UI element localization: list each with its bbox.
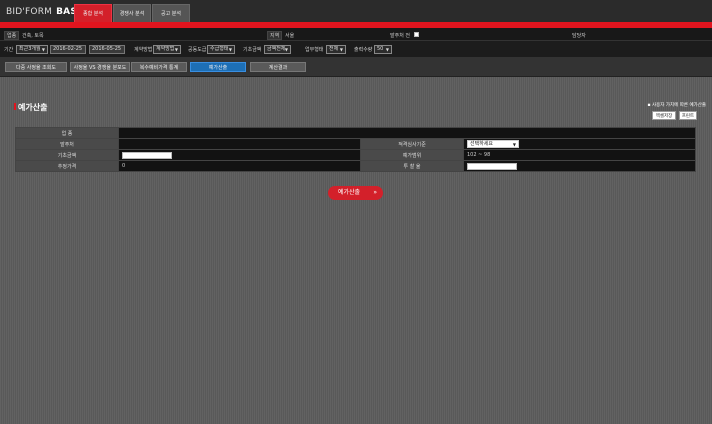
excel-save-button[interactable]: 엑셀저장	[652, 111, 676, 120]
agency-header: 발주처	[15, 138, 119, 150]
contract-label: 계약방법	[134, 47, 153, 53]
chevron-down-icon: ▼	[512, 142, 516, 147]
multi-price-stats-button[interactable]: 복수예비가격 통계	[131, 62, 187, 72]
calc-result-button[interactable]: 계산결과	[250, 62, 306, 72]
chevron-down-icon: ▼	[385, 47, 389, 52]
output-count-label: 출력수량	[354, 47, 373, 53]
app-logo[interactable]: BID'FORM BAS	[6, 7, 77, 17]
date-from-field[interactable]: 2016-02-25	[50, 45, 86, 54]
base-amount-cell	[118, 149, 361, 161]
output-count-select[interactable]: 50 ▼	[374, 45, 392, 54]
action-button-bar: 다중 사정율 조회도 사정율 VS 경쟁율 분포도 복수예비가격 통계 예가산출…	[0, 57, 712, 77]
base-amount-label: 기초금액	[243, 47, 262, 53]
chevron-down-icon: ▼	[228, 47, 232, 52]
chevron-down-icon: ▼	[339, 47, 343, 52]
criteria-header: 적격심사기준	[360, 138, 464, 150]
table-row: 업 종	[15, 127, 696, 139]
category-header: 업 종	[15, 127, 119, 139]
print-button[interactable]: 프린트	[679, 111, 697, 120]
period-select[interactable]: 최근3개월 ▼	[16, 45, 48, 54]
main-tabs: 종합 분석 경쟁사 분석 공고 분석	[74, 4, 191, 22]
bid-rate-cell	[463, 160, 696, 172]
rate-vs-competition-button[interactable]: 사정율 VS 경쟁율 분포도	[70, 62, 130, 72]
est-price-header: 추정가격	[15, 160, 119, 172]
price-range-cell: 102 ~ 98	[463, 149, 696, 161]
bid-rate-header: 투 찰 율	[360, 160, 464, 172]
manager-label: 담당자	[572, 33, 586, 39]
est-price-cell: 0	[118, 160, 361, 172]
joint-label: 공동도급	[188, 47, 207, 53]
table-row: 추정가격 0 투 찰 율	[15, 160, 696, 172]
section-note: ▪ 사용자 가치에 따른 예가산출	[647, 103, 706, 108]
work-type-select[interactable]: 전체 ▼	[326, 45, 346, 54]
section-title: 예가산출	[18, 103, 48, 112]
agency-all-checkbox[interactable]	[414, 32, 419, 37]
category-value[interactable]: 건축, 토목	[22, 32, 44, 39]
category-label: 업종	[4, 31, 20, 40]
chevron-down-icon: ▼	[41, 47, 45, 52]
date-to-field[interactable]: 2016-05-25	[89, 45, 125, 54]
criteria-cell: 선택하세요 ▼	[463, 138, 696, 150]
base-amount-select[interactable]: 금액전체 ▼	[264, 45, 291, 54]
base-amount-input[interactable]	[122, 151, 172, 159]
criteria-select[interactable]: 선택하세요 ▼	[467, 140, 519, 148]
bid-rate-input[interactable]	[467, 162, 517, 170]
region-label: 지역	[267, 31, 283, 40]
tab-notice-analysis[interactable]: 공고 분석	[152, 4, 190, 22]
tab-overall-analysis[interactable]: 종합 분석	[74, 4, 112, 22]
price-range-header: 예가범위	[360, 149, 464, 161]
base-amount-header: 기초금액	[15, 149, 119, 161]
table-row: 기초금액 예가범위 102 ~ 98	[15, 149, 696, 161]
top-header: BID'FORM BAS 종합 분석 경쟁사 분석 공고 분석	[0, 0, 712, 22]
joint-select[interactable]: 수급형태 ▼	[207, 45, 235, 54]
price-calc-table: 업 종 발주처 적격심사기준 선택하세요 ▼ 기초금액 예가범위 102 ~ 98…	[15, 127, 696, 172]
region-value[interactable]: 서울	[285, 32, 294, 39]
chevron-down-icon: ▼	[284, 47, 288, 52]
contract-select[interactable]: 계약방법 ▼	[153, 45, 181, 54]
table-row: 발주처 적격심사기준 선택하세요 ▼	[15, 138, 696, 150]
agency-all-label: 발주처 전	[390, 33, 410, 39]
double-chevron-icon: »	[373, 189, 377, 196]
category-cell	[118, 127, 696, 139]
price-calc-tab-button[interactable]: 예가산출	[190, 62, 246, 72]
work-type-label: 업무형태	[305, 47, 324, 53]
chevron-down-icon: ▼	[174, 47, 178, 52]
period-label: 기간	[4, 47, 14, 53]
calculate-price-button[interactable]: 예가산출 »	[328, 186, 383, 200]
multi-rate-chart-button[interactable]: 다중 사정율 조회도	[5, 62, 67, 72]
filter-row-1: 업종 건축, 토목 지역 서울 발주처 전 담당자	[0, 28, 712, 41]
agency-cell	[118, 138, 361, 150]
filter-row-2: 기간 최근3개월 ▼ 2016-02-25 2016-05-25 계약방법 계약방…	[0, 41, 712, 57]
tab-competitor-analysis[interactable]: 경쟁사 분석	[113, 4, 151, 22]
